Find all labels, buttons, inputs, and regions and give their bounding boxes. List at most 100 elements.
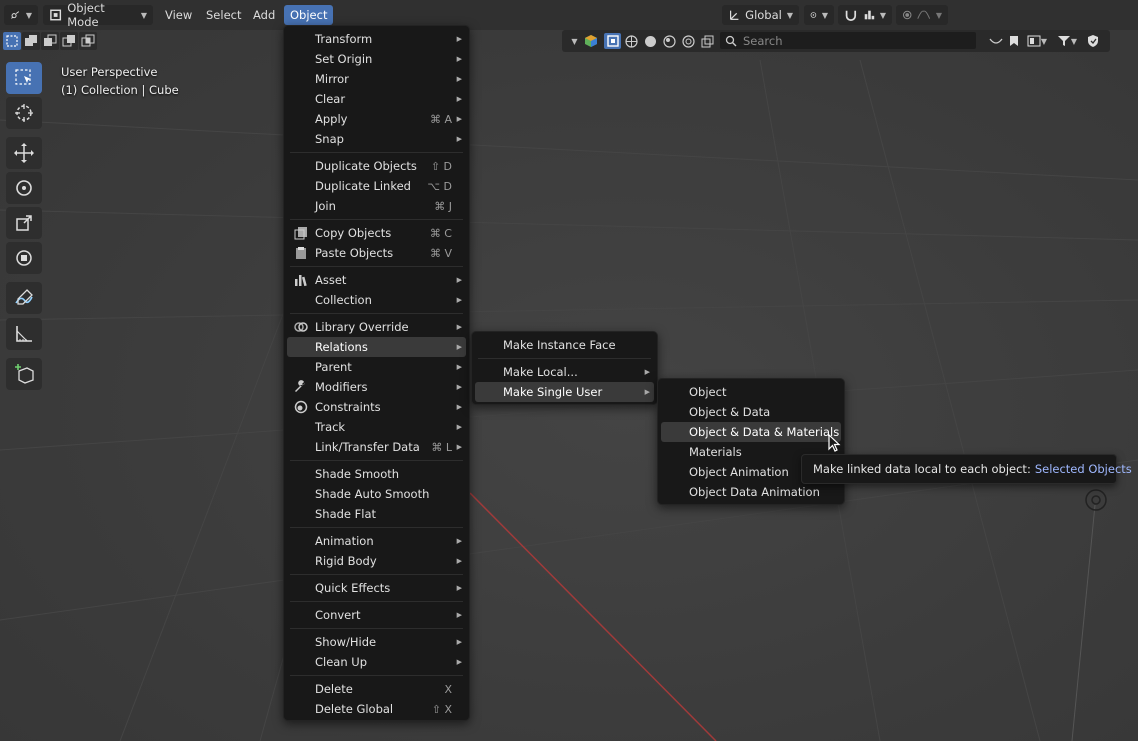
menu-item-show-hide[interactable]: Show/Hide ▶ — [287, 632, 466, 652]
selection-mode-group — [3, 32, 97, 50]
submenu-arrow-icon: ▶ — [456, 423, 462, 431]
snapping-controls[interactable]: ▼ — [838, 5, 892, 25]
tool-add-cube[interactable] — [6, 358, 42, 390]
menu-item-shade-smooth[interactable]: Shade Smooth — [287, 464, 466, 484]
menu-item-delete[interactable]: Delete X — [287, 679, 466, 699]
tool-move[interactable] — [6, 137, 42, 169]
menu-item-library-override[interactable]: Library Override ▶ — [287, 317, 466, 337]
menu-item-convert[interactable]: Convert ▶ — [287, 605, 466, 625]
select-invert-button[interactable] — [60, 32, 78, 50]
menu-item-quick-effects[interactable]: Quick Effects ▶ — [287, 578, 466, 598]
select-intersect-button[interactable] — [79, 32, 97, 50]
shading-material[interactable] — [661, 33, 678, 49]
asset-icon — [293, 272, 309, 288]
menu-item-make-single-user[interactable]: Make Single User ▶ — [475, 382, 654, 402]
filter-dropdown[interactable]: ▼ — [1054, 33, 1080, 49]
funnel-icon — [1057, 36, 1070, 46]
menu-item-asset[interactable]: Asset ▶ — [287, 270, 466, 290]
menu-item-make-local[interactable]: Make Local... ▶ — [475, 362, 654, 382]
menu-item-object-data[interactable]: Object & Data — [661, 402, 841, 422]
visibility-dropdown[interactable]: ▼ — [566, 33, 583, 49]
menu-item-rigid-body[interactable]: Rigid Body ▶ — [287, 551, 466, 571]
pivot-point-dropdown[interactable]: ▼ — [804, 5, 834, 25]
menu-item-clear[interactable]: Clear ▶ — [287, 89, 466, 109]
menu-item-apply[interactable]: Apply ⌘ A ▶ — [287, 109, 466, 129]
menu-item-transform[interactable]: Transform ▶ — [287, 29, 466, 49]
menu-item-constraints[interactable]: Constraints ▶ — [287, 397, 466, 417]
select-subtract-button[interactable] — [41, 32, 59, 50]
menu-item-join[interactable]: Join ⌘ J — [287, 196, 466, 216]
gizmo-color-icon[interactable] — [582, 33, 599, 49]
shading-solid[interactable] — [642, 33, 659, 49]
menu-item-copy-objects[interactable]: Copy Objects ⌘ C — [287, 223, 466, 243]
menu-item-link-transfer-data[interactable]: Link/Transfer Data ⌘ L ▶ — [287, 437, 466, 457]
magnet-icon — [845, 10, 857, 22]
menu-item-duplicate-linked[interactable]: Duplicate Linked ⌥ D — [287, 176, 466, 196]
submenu-arrow-icon: ▶ — [456, 95, 462, 103]
menu-item-make-instance-face[interactable]: Make Instance Face — [475, 335, 654, 355]
proportional-editing[interactable]: ▼ — [896, 5, 948, 25]
menu-object[interactable]: Object — [284, 5, 334, 25]
transform-icon — [16, 250, 32, 266]
annotate-icon — [15, 289, 33, 305]
mouse-pointer-icon — [828, 434, 841, 452]
menu-item-shade-flat[interactable]: Shade Flat — [287, 504, 466, 524]
shortcut-label: ⌘ L — [431, 440, 452, 454]
menu-item-delete-global[interactable]: Delete Global ⇧ X — [287, 699, 466, 719]
filter-toggle[interactable] — [987, 33, 1004, 49]
shading-wireframe[interactable] — [623, 33, 640, 49]
select-new-button[interactable] — [3, 32, 21, 50]
tool-measure[interactable] — [6, 318, 42, 350]
menu-item-snap[interactable]: Snap ▶ — [287, 129, 466, 149]
shortcut-label: ⌘ J — [434, 199, 452, 213]
overlays-button[interactable] — [699, 33, 716, 49]
menu-item-clean-up[interactable]: Clean Up ▶ — [287, 652, 466, 672]
tool-transform[interactable] — [6, 242, 42, 274]
constraint-icon — [293, 399, 309, 415]
chevron-down-icon: ▼ — [140, 10, 147, 20]
chevron-down-icon: ▼ — [821, 10, 828, 20]
display-mode-dropdown[interactable]: ▼ — [1024, 33, 1050, 49]
menu-item-modifiers[interactable]: Modifiers ▶ — [287, 377, 466, 397]
transform-orientation-dropdown[interactable]: Global ▼ — [722, 5, 799, 25]
tool-select-box[interactable] — [6, 62, 42, 94]
menu-view[interactable]: View — [159, 5, 198, 25]
menu-item-object-data-materials[interactable]: Object & Data & Materials — [661, 422, 841, 442]
tool-scale[interactable] — [6, 207, 42, 239]
bookmark-toggle[interactable] — [1005, 33, 1022, 49]
search-field[interactable] — [719, 31, 977, 50]
menu-separator — [290, 219, 463, 220]
menu-item-animation[interactable]: Animation ▶ — [287, 531, 466, 551]
submenu-arrow-icon: ▶ — [456, 363, 462, 371]
overlays-icon — [701, 35, 714, 47]
search-input[interactable] — [743, 33, 963, 48]
xray-toggle[interactable] — [604, 33, 621, 49]
editor-type-button[interactable]: ▼ — [4, 5, 38, 25]
tool-cursor[interactable] — [6, 97, 42, 129]
menu-add[interactable]: Add — [247, 5, 281, 25]
menu-item-object-data-animation[interactable]: Object Data Animation — [661, 482, 841, 502]
menu-item-relations[interactable]: Relations ▶ — [287, 337, 466, 357]
tool-rotate[interactable] — [6, 172, 42, 204]
menu-item-object[interactable]: Object — [661, 382, 841, 402]
menu-item-track[interactable]: Track ▶ — [287, 417, 466, 437]
tooltip: Make linked data local to each object: S… — [801, 454, 1132, 484]
shading-rendered[interactable] — [680, 33, 697, 49]
tool-annotate[interactable] — [6, 282, 42, 314]
select-extend-button[interactable] — [22, 32, 40, 50]
mode-selector[interactable]: Object Mode ▼ — [43, 1, 153, 29]
submenu-arrow-icon: ▶ — [456, 443, 462, 451]
menu-item-set-origin[interactable]: Set Origin ▶ — [287, 49, 466, 69]
view-perspective-label: User Perspective — [61, 65, 158, 79]
menu-item-paste-objects[interactable]: Paste Objects ⌘ V — [287, 243, 466, 263]
menu-item-shade-auto-smooth[interactable]: Shade Auto Smooth — [287, 484, 466, 504]
menu-item-mirror[interactable]: Mirror ▶ — [287, 69, 466, 89]
library-override-toggle[interactable] — [1084, 33, 1101, 49]
menu-item-parent[interactable]: Parent ▶ — [287, 357, 466, 377]
mode-label: Object Mode — [67, 1, 105, 29]
make-single-user-submenu: Object Object & Data Object & Data & Mat… — [657, 378, 845, 505]
xray-icon — [606, 35, 619, 47]
menu-item-duplicate-objects[interactable]: Duplicate Objects ⇧ D — [287, 156, 466, 176]
menu-select[interactable]: Select — [200, 5, 247, 25]
menu-item-collection[interactable]: Collection ▶ — [287, 290, 466, 310]
